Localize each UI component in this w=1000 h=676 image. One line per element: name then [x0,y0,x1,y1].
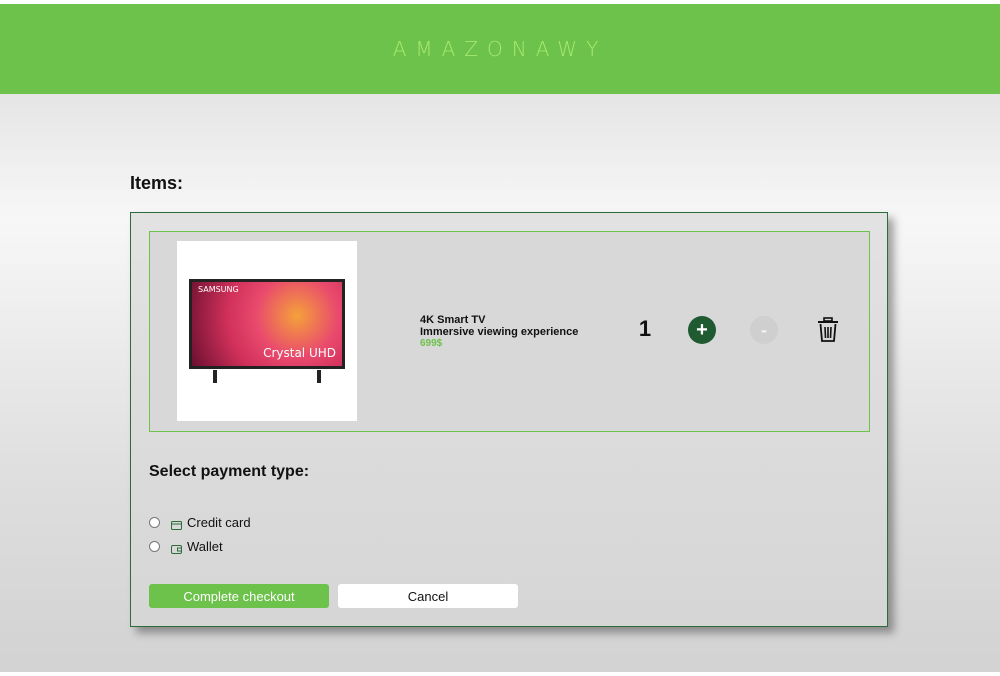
complete-checkout-button[interactable]: Complete checkout [149,584,329,608]
header: AMAZONAWY [0,4,1000,94]
wallet-label: Wallet [187,539,223,554]
item-quantity: 1 [638,316,652,341]
wallet-radio[interactable] [149,541,160,552]
tv-overlay-text: Crystal UHD [263,346,336,360]
cancel-button[interactable]: Cancel [338,584,518,608]
brand-logo[interactable]: AMAZONAWY [393,37,608,61]
product-image: SAMSUNG Crystal UHD [177,241,357,421]
tv-brand-text: SAMSUNG [198,285,239,294]
bottom-strip [0,672,1000,676]
item-description: Immersive viewing experience [420,326,579,338]
payment-type-heading: Select payment type: [149,463,310,480]
tv-screen: SAMSUNG Crystal UHD [189,279,345,369]
credit-card-label: Credit card [187,515,251,530]
tv-leg-right [317,370,321,383]
item-info: 4K Smart TV Immersive viewing experience… [420,314,578,350]
increase-quantity-button[interactable]: + [688,316,716,344]
credit-card-icon [171,518,182,530]
item-price: 699$ [420,338,443,349]
payment-option-wallet[interactable]: Wallet [149,539,223,554]
tv-leg-left [213,370,217,383]
credit-card-radio[interactable] [149,517,160,528]
trash-icon[interactable] [817,317,839,343]
cart-item: SAMSUNG Crystal UHD 4K Smart TV Immersiv… [149,231,870,432]
decrease-quantity-button[interactable]: - [750,316,778,344]
item-name: 4K Smart TV [420,314,486,326]
items-heading: Items: [130,173,184,193]
payment-option-credit-card[interactable]: Credit card [149,515,251,530]
checkout-card: SAMSUNG Crystal UHD 4K Smart TV Immersiv… [130,212,888,627]
wallet-icon [171,542,182,554]
